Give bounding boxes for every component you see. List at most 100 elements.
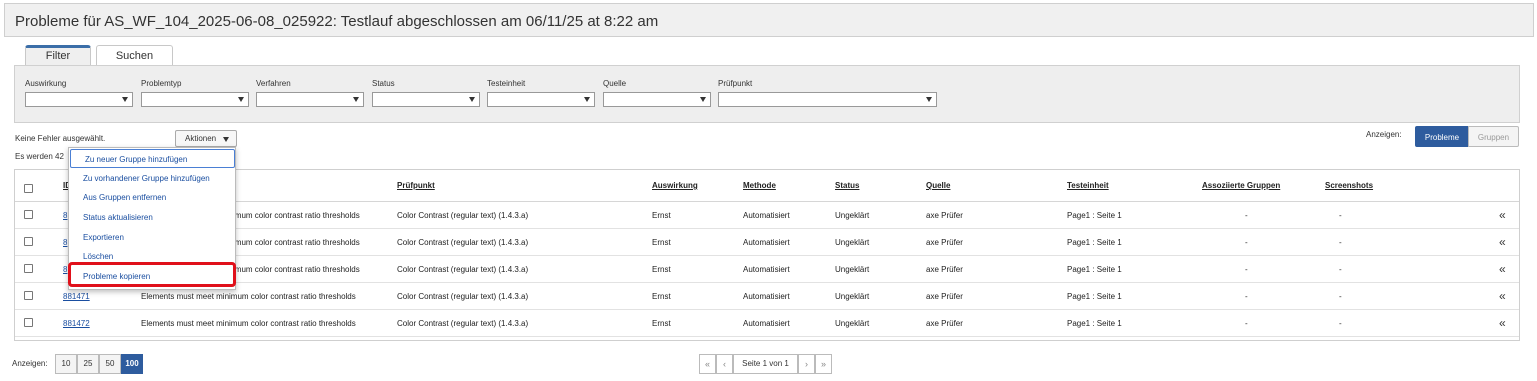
screenshots-cell: - [1339, 292, 1342, 301]
menu-item-remove-from-groups[interactable]: Aus Gruppen entfernen [69, 188, 235, 207]
column-pruefpunkt[interactable]: Prüfpunkt [397, 181, 435, 190]
screenshots-cell: - [1339, 238, 1342, 247]
page-header: Probleme für AS_WF_104_2025-06-08_025922… [4, 3, 1534, 37]
testeinheit-cell: Page1 : Seite 1 [1067, 211, 1122, 220]
expand-row-icon[interactable]: « [1499, 289, 1506, 303]
filter-panel: Auswirkung Problemtyp Verfahren Status T… [14, 65, 1520, 123]
page-size-10[interactable]: 10 [55, 354, 77, 374]
view-groups-button[interactable]: Gruppen [1468, 126, 1519, 147]
column-status[interactable]: Status [835, 181, 859, 190]
row-checkbox[interactable] [24, 264, 33, 273]
filter-label: Prüfpunkt [718, 79, 753, 88]
next-page-button[interactable]: › [798, 354, 815, 374]
menu-item-add-existing-group[interactable]: Zu vorhandener Gruppe hinzufügen [69, 169, 235, 188]
testeinheit-select[interactable] [487, 92, 595, 107]
select-all-checkbox[interactable] [24, 184, 33, 193]
table-row: 8 imum color contrast ratio thresholds C… [15, 256, 1519, 283]
row-checkbox[interactable] [24, 291, 33, 300]
pruefpunkt-cell: Color Contrast (regular text) (1.4.3.a) [397, 211, 529, 220]
filter-label: Testeinheit [487, 79, 526, 88]
chevron-down-icon [469, 97, 475, 102]
chevron-down-icon [353, 97, 359, 102]
status-cell: Ungeklärt [835, 319, 870, 328]
pruefpunkt-cell: Color Contrast (regular text) (1.4.3.a) [397, 319, 529, 328]
actions-label: Aktionen [185, 134, 217, 143]
problem-description: Elements must meet minimum color contras… [141, 319, 356, 328]
tab-search[interactable]: Suchen [96, 45, 173, 66]
pruefpunkt-cell: Color Contrast (regular text) (1.4.3.a) [397, 238, 529, 247]
verfahren-select[interactable] [256, 92, 364, 107]
column-gruppen[interactable]: Assoziierte Gruppen [1202, 181, 1280, 190]
expand-row-icon[interactable]: « [1499, 208, 1506, 222]
table-header: ID Prüfpunkt Auswirkung Methode Status Q… [15, 170, 1519, 202]
row-checkbox[interactable] [24, 237, 33, 246]
gruppen-cell: - [1245, 238, 1248, 247]
table-row: 881471 Elements must meet minimum color … [15, 283, 1519, 310]
chevron-down-icon [926, 97, 932, 102]
filter-auswirkung: Auswirkung [25, 79, 133, 107]
status-cell: Ungeklärt [835, 211, 870, 220]
first-page-button[interactable]: « [699, 354, 716, 374]
filter-pruefpunkt: Prüfpunkt [718, 79, 937, 107]
expand-row-icon[interactable]: « [1499, 235, 1506, 249]
page-size-50[interactable]: 50 [99, 354, 121, 374]
problem-id-link[interactable]: 8 [63, 265, 67, 274]
menu-item-add-new-group[interactable]: Zu neuer Gruppe hinzufügen [70, 149, 235, 168]
last-page-button[interactable]: » [815, 354, 832, 374]
menu-item-export[interactable]: Exportieren [69, 228, 235, 247]
view-problems-button[interactable]: Probleme [1415, 126, 1469, 147]
auswirkung-cell: Ernst [652, 238, 671, 247]
page-size-25[interactable]: 25 [77, 354, 99, 374]
menu-item-update-status[interactable]: Status aktualisieren [69, 208, 235, 227]
selection-info: Keine Fehler ausgewählt. [15, 134, 106, 143]
filter-problemtyp: Problemtyp [141, 79, 249, 107]
pruefpunkt-select[interactable] [718, 92, 937, 107]
screenshots-cell: - [1339, 211, 1342, 220]
expand-row-icon[interactable]: « [1499, 262, 1506, 276]
column-testeinheit[interactable]: Testeinheit [1067, 181, 1109, 190]
status-cell: Ungeklärt [835, 265, 870, 274]
filter-quelle: Quelle [603, 79, 711, 107]
column-quelle[interactable]: Quelle [926, 181, 950, 190]
testeinheit-cell: Page1 : Seite 1 [1067, 238, 1122, 247]
chevron-down-icon [584, 97, 590, 102]
auswirkung-cell: Ernst [652, 319, 671, 328]
column-methode[interactable]: Methode [743, 181, 776, 190]
filter-label: Auswirkung [25, 79, 67, 88]
row-checkbox[interactable] [24, 318, 33, 327]
status-select[interactable] [372, 92, 480, 107]
auswirkung-cell: Ernst [652, 292, 671, 301]
problem-id-link[interactable]: 881471 [63, 292, 90, 301]
page-title: Probleme für AS_WF_104_2025-06-08_025922… [15, 13, 659, 30]
caret-down-icon [223, 137, 229, 142]
problemtyp-select[interactable] [141, 92, 249, 107]
page-size-100[interactable]: 100 [121, 354, 143, 374]
row-checkbox[interactable] [24, 210, 33, 219]
problem-description: Elements must meet minimum color contras… [141, 292, 356, 301]
prev-page-button[interactable]: ‹ [716, 354, 733, 374]
actions-button[interactable]: Aktionen [175, 130, 237, 147]
gruppen-cell: - [1245, 319, 1248, 328]
problem-id-link[interactable]: 8 [63, 238, 67, 247]
gruppen-cell: - [1245, 211, 1248, 220]
filter-testeinheit: Testeinheit [487, 79, 595, 107]
tab-filter[interactable]: Filter [25, 45, 91, 66]
methode-cell: Automatisiert [743, 292, 790, 301]
pruefpunkt-cell: Color Contrast (regular text) (1.4.3.a) [397, 292, 529, 301]
testeinheit-cell: Page1 : Seite 1 [1067, 265, 1122, 274]
status-cell: Ungeklärt [835, 292, 870, 301]
column-auswirkung[interactable]: Auswirkung [652, 181, 698, 190]
problem-description: imum color contrast ratio thresholds [233, 211, 360, 220]
filter-label: Problemtyp [141, 79, 182, 88]
quelle-select[interactable] [603, 92, 711, 107]
problem-id-link[interactable]: 8 [63, 211, 67, 220]
highlight-annotation [68, 262, 236, 287]
filter-label: Status [372, 79, 395, 88]
column-screenshots[interactable]: Screenshots [1325, 181, 1373, 190]
problem-id-link[interactable]: 881472 [63, 319, 90, 328]
expand-row-icon[interactable]: « [1499, 316, 1506, 330]
result-count: Es werden 42 [15, 152, 64, 161]
status-cell: Ungeklärt [835, 238, 870, 247]
filter-label: Quelle [603, 79, 627, 88]
auswirkung-select[interactable] [25, 92, 133, 107]
